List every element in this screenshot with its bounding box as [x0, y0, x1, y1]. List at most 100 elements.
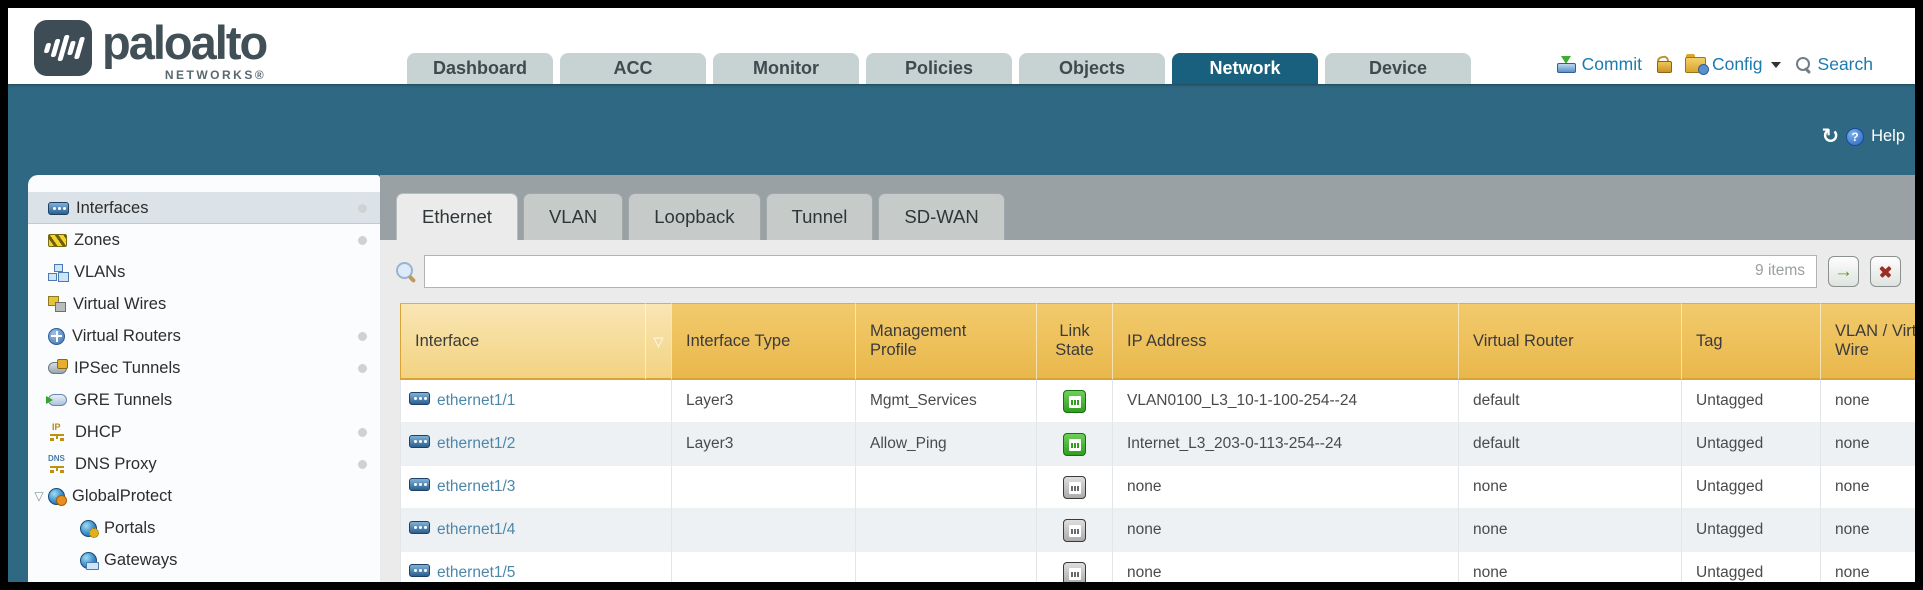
config-menu-button[interactable]: Config — [1685, 54, 1781, 75]
header-actions: Commit Config Search — [1556, 54, 1873, 75]
management-profile-cell: Allow_Ping — [855, 423, 1036, 466]
sidebar-item-dhcp[interactable]: ▽ DHCP — [28, 416, 380, 448]
main-nav: DashboardACCMonitorPoliciesObjectsNetwor… — [407, 53, 1471, 84]
column-header-vlan[interactable]: VLAN / VirtualWire — [1820, 303, 1915, 380]
filter-toolbar: 9 items — [380, 240, 1915, 288]
help-label[interactable]: Help — [1871, 127, 1905, 146]
interface-link[interactable]: ethernet1/2 — [437, 435, 515, 452]
refresh-icon[interactable] — [1821, 128, 1839, 146]
link-state-down-icon — [1063, 562, 1086, 583]
virtual-wires-icon — [48, 296, 66, 312]
apply-filter-button[interactable] — [1828, 256, 1859, 287]
portals-icon — [80, 520, 97, 537]
sidebar-item-zones[interactable]: ▽ Zones — [28, 224, 380, 256]
interface-cell: ethernet1/2 — [400, 423, 671, 466]
column-header-tag[interactable]: Tag — [1681, 303, 1820, 380]
sidebar-item-virtual-wires[interactable]: ▽ Virtual Wires — [28, 288, 380, 320]
tab-tunnel[interactable]: Tunnel — [766, 193, 874, 240]
sidebar-item-virtual-routers[interactable]: ▽ Virtual Routers — [28, 320, 380, 352]
virtual-routers-icon — [48, 328, 65, 345]
paloalto-logo: paloalto NETWORKS® — [34, 17, 266, 79]
table-row-ethernet1-1[interactable]: ethernet1/1Layer3Mgmt_ServicesVLAN0100_L… — [400, 380, 1915, 423]
management-profile-cell — [855, 509, 1036, 552]
column-header-interface[interactable]: Interface — [400, 303, 645, 380]
expander-triangle-icon[interactable]: ▽ — [32, 489, 46, 503]
lock-icon[interactable] — [1656, 56, 1671, 73]
gateways-icon — [80, 552, 97, 569]
tag-cell: Untagged — [1681, 552, 1820, 582]
paloalto-logo-icon — [34, 20, 92, 76]
table-row-ethernet1-2[interactable]: ethernet1/2Layer3Allow_PingInternet_L3_2… — [400, 423, 1915, 466]
nav-tab-network[interactable]: Network — [1172, 53, 1318, 84]
sidebar-item-gateways[interactable]: ▽ Gateways — [28, 544, 380, 576]
column-header-profile[interactable]: ManagementProfile — [855, 303, 1036, 380]
sidebar-item-portals[interactable]: ▽ Portals — [28, 512, 380, 544]
nav-tab-objects[interactable]: Objects — [1019, 53, 1165, 84]
sidebar-item-label: DHCP — [75, 423, 122, 442]
interface-link[interactable]: ethernet1/5 — [437, 564, 515, 581]
management-profile-cell — [855, 552, 1036, 582]
sidebar-item-ipsec-tunnels[interactable]: ▽ IPSec Tunnels — [28, 352, 380, 384]
zones-icon — [48, 234, 67, 247]
interface-cell: ethernet1/1 — [400, 380, 671, 423]
ip-address-cell: Internet_L3_203-0-113-254--24 — [1112, 423, 1458, 466]
column-header-type[interactable]: Interface Type — [671, 303, 855, 380]
virtual-router-cell: none — [1458, 466, 1681, 509]
column-header-ip[interactable]: IP Address — [1112, 303, 1458, 380]
help-icon[interactable]: ? — [1846, 128, 1864, 146]
interface-link[interactable]: ethernet1/4 — [437, 521, 515, 538]
link-state-down-icon — [1063, 519, 1086, 542]
content-pane: EthernetVLANLoopbackTunnelSD-WAN 9 items — [380, 175, 1915, 582]
tab-ethernet[interactable]: Ethernet — [396, 193, 518, 240]
table-row-ethernet1-3[interactable]: ethernet1/3nonenoneUntaggednone — [400, 466, 1915, 509]
commit-label: Commit — [1582, 54, 1642, 75]
clear-filter-button[interactable] — [1870, 256, 1901, 287]
vlan-virtual-wire-cell: none — [1820, 380, 1915, 423]
interface-type-cell — [671, 509, 855, 552]
app-window: paloalto NETWORKS® DashboardACCMonitorPo… — [8, 8, 1915, 582]
nav-tab-device[interactable]: Device — [1325, 53, 1471, 84]
sidebar-item-gre-tunnels[interactable]: ▽ GRE Tunnels — [28, 384, 380, 416]
management-profile-cell — [855, 466, 1036, 509]
tab-sd-wan[interactable]: SD-WAN — [878, 193, 1004, 240]
commit-button[interactable]: Commit — [1556, 54, 1642, 75]
tag-cell: Untagged — [1681, 466, 1820, 509]
search-button[interactable]: Search — [1795, 54, 1873, 75]
vlan-virtual-wire-cell: none — [1820, 509, 1915, 552]
ip-address-cell: none — [1112, 509, 1458, 552]
sidebar-item-globalprotect[interactable]: ▽ GlobalProtect — [28, 480, 380, 512]
table-row-ethernet1-5[interactable]: ethernet1/5nonenoneUntaggednone — [400, 552, 1915, 582]
column-header-vr[interactable]: Virtual Router — [1458, 303, 1681, 380]
status-dot — [358, 364, 367, 373]
tab-vlan[interactable]: VLAN — [523, 193, 623, 240]
interface-link[interactable]: ethernet1/3 — [437, 478, 515, 495]
link-state-cell — [1036, 509, 1112, 552]
filter-search-icon[interactable] — [396, 262, 416, 282]
tab-loopback[interactable]: Loopback — [628, 193, 760, 240]
management-profile-cell: Mgmt_Services — [855, 380, 1036, 423]
sidebar-item-interfaces[interactable]: ▽ Interfaces — [28, 192, 380, 224]
ethernet-interface-icon — [409, 392, 430, 405]
sidebar-item-vlans[interactable]: ▽ VLANs — [28, 256, 380, 288]
sidebar-item-label: GlobalProtect — [72, 487, 172, 506]
dhcp-icon — [48, 424, 68, 441]
nav-tab-policies[interactable]: Policies — [866, 53, 1012, 84]
filter-input[interactable] — [424, 255, 1817, 288]
table-row-ethernet1-4[interactable]: ethernet1/4nonenoneUntaggednone — [400, 509, 1915, 552]
sidebar-item-dns-proxy[interactable]: ▽ DNS Proxy — [28, 448, 380, 480]
sidebar-item-label: VLANs — [74, 263, 125, 282]
red-x-icon — [1878, 264, 1893, 279]
vlan-virtual-wire-cell: none — [1820, 466, 1915, 509]
nav-tab-dashboard[interactable]: Dashboard — [407, 53, 553, 84]
sidebar-item-label: Virtual Routers — [72, 327, 181, 346]
link-state-up-icon — [1063, 390, 1086, 413]
nav-tab-monitor[interactable]: Monitor — [713, 53, 859, 84]
commit-icon — [1556, 56, 1576, 73]
gre-tunnels-icon — [48, 394, 67, 406]
config-icon — [1685, 57, 1706, 73]
interface-link[interactable]: ethernet1/1 — [437, 392, 515, 409]
nav-tab-acc[interactable]: ACC — [560, 53, 706, 84]
status-dot — [358, 204, 367, 213]
column-header-link[interactable]: LinkState — [1036, 303, 1112, 380]
column-menu-button[interactable] — [645, 303, 671, 380]
